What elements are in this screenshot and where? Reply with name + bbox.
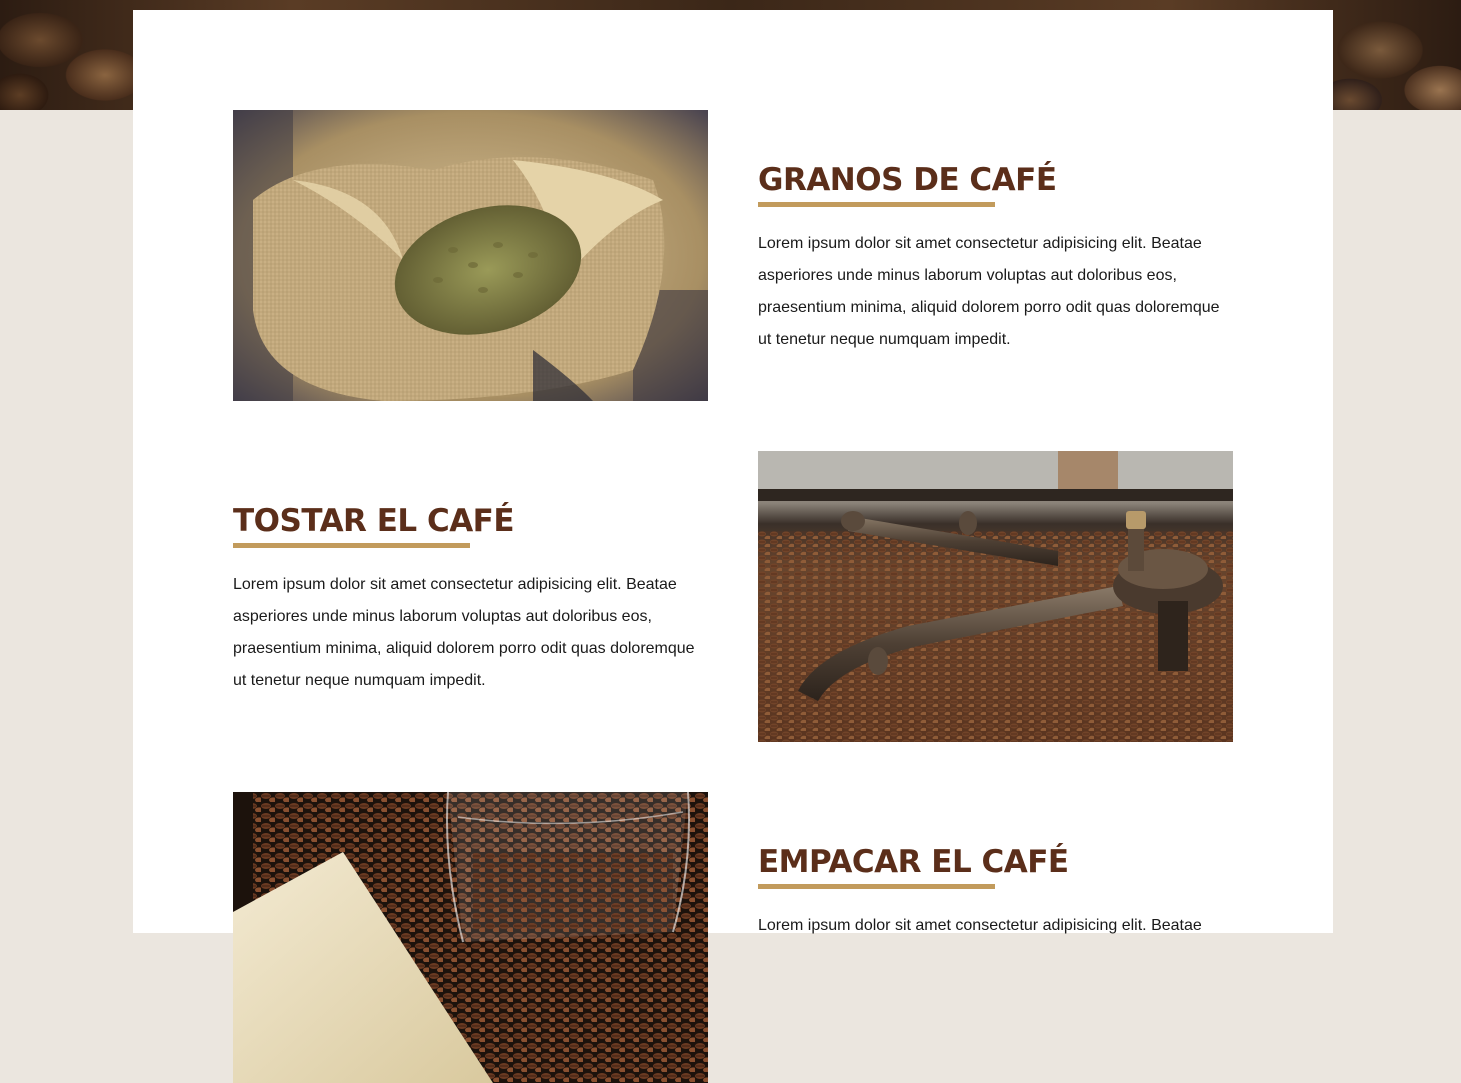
coffee-sack-photo bbox=[233, 110, 708, 401]
title-underline bbox=[758, 202, 995, 207]
section-granos: GRANOS DE CAFÉ Lorem ipsum dolor sit ame… bbox=[233, 110, 1233, 401]
section-tostar: TOSTAR EL CAFÉ Lorem ipsum dolor sit ame… bbox=[233, 451, 1233, 742]
section-body: Lorem ipsum dolor sit amet consectetur a… bbox=[233, 576, 695, 689]
section-title: TOSTAR EL CAFÉ bbox=[233, 503, 515, 539]
section-empacar: EMPACAR EL CAFÉ Lorem ipsum dolor sit am… bbox=[233, 792, 1233, 1083]
coffee-roaster-photo bbox=[758, 451, 1233, 742]
content-container: GRANOS DE CAFÉ Lorem ipsum dolor sit ame… bbox=[133, 10, 1333, 1083]
text-block-empacar: EMPACAR EL CAFÉ Lorem ipsum dolor sit am… bbox=[758, 842, 1233, 942]
section-body: Lorem ipsum dolor sit amet consectetur a… bbox=[758, 235, 1220, 348]
text-block-granos: GRANOS DE CAFÉ Lorem ipsum dolor sit ame… bbox=[758, 160, 1233, 356]
section-title: GRANOS DE CAFÉ bbox=[758, 162, 1057, 198]
title-underline bbox=[233, 543, 470, 548]
title-underline bbox=[758, 884, 995, 889]
text-block-tostar: TOSTAR EL CAFÉ Lorem ipsum dolor sit ame… bbox=[233, 501, 708, 697]
section-body: Lorem ipsum dolor sit amet consectetur a… bbox=[758, 917, 1202, 934]
section-title: EMPACAR EL CAFÉ bbox=[758, 844, 1069, 880]
coffee-glass-photo bbox=[233, 792, 708, 1083]
